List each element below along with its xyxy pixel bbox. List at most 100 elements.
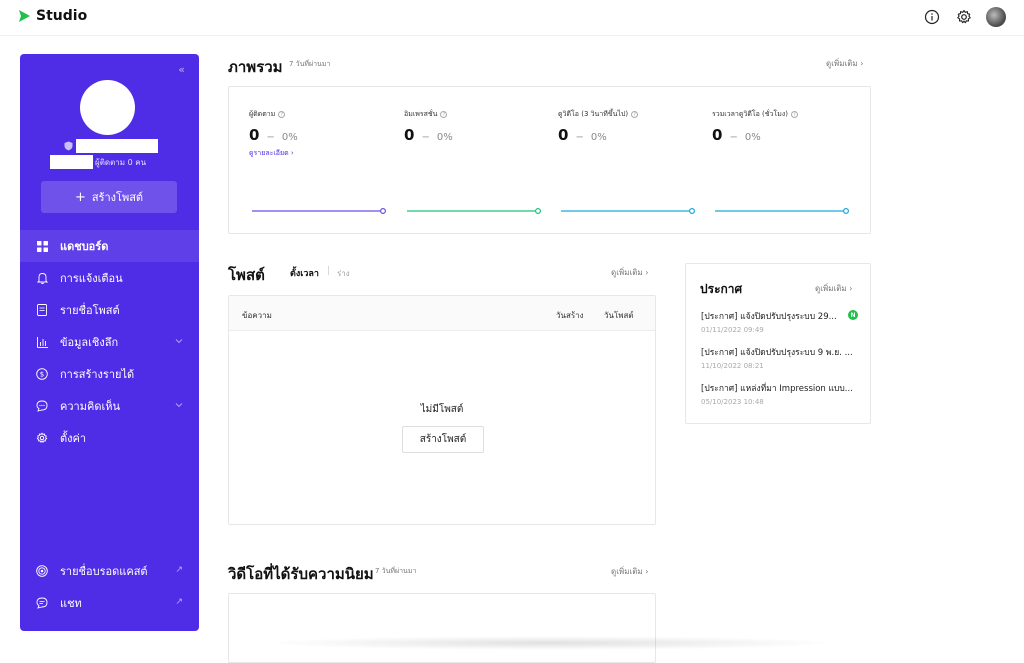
view-details-label: ดูรายละเอียด <box>249 149 289 157</box>
sidebar-item-comments[interactable]: ความคิดเห็น <box>20 390 199 422</box>
help-icon[interactable]: ? <box>278 111 286 118</box>
create-post-button[interactable]: + สร้างโพสต์ <box>41 181 177 213</box>
sidebar-item-label: การแจ้งเตือน <box>60 272 123 285</box>
sparkline-impressions <box>407 207 542 215</box>
sidebar-item-label: รายชื่อโพสต์ <box>60 304 120 317</box>
stat-dash: − <box>421 132 430 143</box>
overview-card: ผู้ติดตาม? 0−0% ดูรายละเอียด › อิมเพรสชั… <box>228 86 871 234</box>
sidebar-item-label: ตั้งค่า <box>60 432 87 445</box>
announcement-item[interactable]: [ประกาศ] แจ้งปิดปรับปรุงระบบ 9 พ.ย. ... … <box>701 345 861 370</box>
stat-value: 0 <box>249 126 260 144</box>
sidebar-item-monetization[interactable]: $ การสร้างรายได้ <box>20 358 199 390</box>
gear-icon[interactable] <box>954 7 974 27</box>
document-icon <box>36 304 48 316</box>
popular-period: 7 วันที่ผ่านมา <box>375 567 417 575</box>
more-label: ดูเพิ่มเติม <box>611 268 643 277</box>
gear-icon <box>36 432 48 444</box>
stat-video-views: ดูวิดีโอ (3 วินาทีขึ้นไป)? 0−0% <box>558 109 698 144</box>
chevron-down-icon <box>175 403 183 408</box>
more-label: ดูเพิ่มเติม <box>826 59 858 68</box>
sidebar-item-label: แชท <box>60 597 82 610</box>
overview-period: 7 วันที่ผ่านมา <box>289 60 331 68</box>
announcement-title: [ประกาศ] แหล่งที่มา Impression แบบ... <box>701 384 853 394</box>
stat-change: 0% <box>281 132 298 143</box>
sidebar-item-settings[interactable]: ตั้งค่า <box>20 422 199 454</box>
announcements-more-link[interactable]: ดูเพิ่มเติม › <box>815 282 852 295</box>
sidebar-item-notifications[interactable]: การแจ้งเตือน <box>20 262 199 294</box>
create-post-button[interactable]: สร้างโพสต์ <box>402 426 484 453</box>
comment-icon <box>36 400 48 412</box>
announcement-item[interactable]: [ประกาศ] แจ้งปิดปรับปรุงระบบ 29... 01/11… <box>701 309 861 334</box>
announcement-title: [ประกาศ] แจ้งปิดปรับปรุงระบบ 9 พ.ย. ... <box>701 348 853 358</box>
announcements-card: ประกาศ ดูเพิ่มเติม › [ประกาศ] แจ้งปิดปรั… <box>685 263 871 424</box>
tab-divider: | <box>327 266 331 276</box>
profile-name-row <box>64 139 158 153</box>
sidebar-nav: แดชบอร์ด การแจ้งเตือน รายชื่อโพสต์ ข้อมู… <box>20 230 199 454</box>
stat-followers: ผู้ติดตาม? 0−0% ดูรายละเอียด › <box>249 109 389 159</box>
plus-icon: + <box>74 189 86 205</box>
scroll-shadow <box>260 636 840 650</box>
stat-dash: − <box>266 132 275 143</box>
play-logo-icon <box>19 10 30 22</box>
collapse-sidebar-icon[interactable]: « <box>178 63 185 76</box>
stat-change: 0% <box>590 132 607 143</box>
sparkline-followers <box>252 207 387 215</box>
more-label: ดูเพิ่มเติม <box>611 567 643 576</box>
empty-state-text: ไม่มีโพสต์ <box>420 404 464 415</box>
stat-impressions: อิมเพรสชั่น? 0−0% <box>404 109 544 144</box>
sidebar-item-broadcast[interactable]: รายชื่อบรอดแคสต์ ↗ <box>20 555 199 587</box>
sidebar-item-dashboard[interactable]: แดชบอร์ด <box>20 230 199 262</box>
sidebar-item-label: รายชื่อบรอดแคสต์ <box>60 565 148 578</box>
brand[interactable]: Studio <box>17 8 87 24</box>
tab-drafts[interactable]: ร่าง <box>337 267 350 280</box>
stat-label: ผู้ติดตาม <box>249 110 276 118</box>
follower-row: ผู้ติดตาม 0 คน <box>50 155 146 169</box>
tab-scheduled[interactable]: ตั้งเวลา <box>290 266 319 280</box>
sidebar: « ผู้ติดตาม 0 คน + สร้างโพสต์ แดชบอร์ด ก… <box>20 54 199 631</box>
sidebar-item-post-list[interactable]: รายชื่อโพสต์ <box>20 294 199 326</box>
stat-label: อิมเพรสชั่น <box>404 110 438 118</box>
stat-value: 0 <box>712 126 723 144</box>
table-header: ข้อความ วันสร้าง วันโพสต์ <box>229 296 655 331</box>
help-icon[interactable]: ? <box>631 111 639 118</box>
overview-more-link[interactable]: ดูเพิ่มเติม › <box>826 57 863 70</box>
column-posted[interactable]: วันโพสต์ <box>604 309 634 322</box>
stat-dash: − <box>729 132 738 143</box>
broadcast-icon <box>36 565 48 577</box>
chevron-down-icon <box>175 339 183 344</box>
stat-dash: − <box>575 132 584 143</box>
bell-icon <box>36 272 48 284</box>
help-icon[interactable]: ? <box>791 111 798 118</box>
help-icon[interactable]: ? <box>440 111 448 118</box>
more-label: ดูเพิ่มเติม <box>815 284 847 293</box>
sparkline-watch-time <box>715 207 850 215</box>
sparkline-video-views <box>561 207 696 215</box>
sidebar-item-chat[interactable]: แชท ↗ <box>20 587 199 619</box>
column-created[interactable]: วันสร้าง <box>556 309 584 322</box>
profile-avatar[interactable] <box>80 80 135 135</box>
stat-change: 0% <box>744 132 761 143</box>
popular-more-link[interactable]: ดูเพิ่มเติม › <box>611 565 648 578</box>
sidebar-item-label: ข้อมูลเชิงลึก <box>60 336 119 349</box>
announcements-title: ประกาศ <box>700 282 743 296</box>
info-icon[interactable] <box>922 7 942 27</box>
announcement-item[interactable]: [ประกาศ] แหล่งที่มา Impression แบบ... 05… <box>701 381 861 406</box>
user-avatar[interactable] <box>986 7 1006 27</box>
sidebar-item-label: แดชบอร์ด <box>60 240 109 253</box>
brand-name: Studio <box>36 8 88 24</box>
stat-change: 0% <box>436 132 453 143</box>
sidebar-item-insights[interactable]: ข้อมูลเชิงลึก <box>20 326 199 358</box>
svg-text:$: $ <box>40 371 44 379</box>
posts-more-link[interactable]: ดูเพิ่มเติม › <box>611 266 648 279</box>
profile-name-redacted <box>76 139 158 153</box>
new-badge: N <box>848 310 858 320</box>
top-bar: Studio <box>0 0 1024 36</box>
dashboard-icon <box>36 240 48 252</box>
stat-watch-time: รวมเวลาดูวิดีโอ (ชั่วโมง)? 0−0% <box>712 109 852 144</box>
announcement-date: 11/10/2022 08:21 <box>701 362 764 370</box>
view-details-link[interactable]: ดูรายละเอียด › <box>249 148 389 159</box>
announcement-date: 05/10/2023 10:48 <box>701 398 764 406</box>
chart-icon <box>36 336 48 348</box>
external-link-icon: ↗ <box>175 565 183 575</box>
popular-videos-card <box>228 593 656 663</box>
